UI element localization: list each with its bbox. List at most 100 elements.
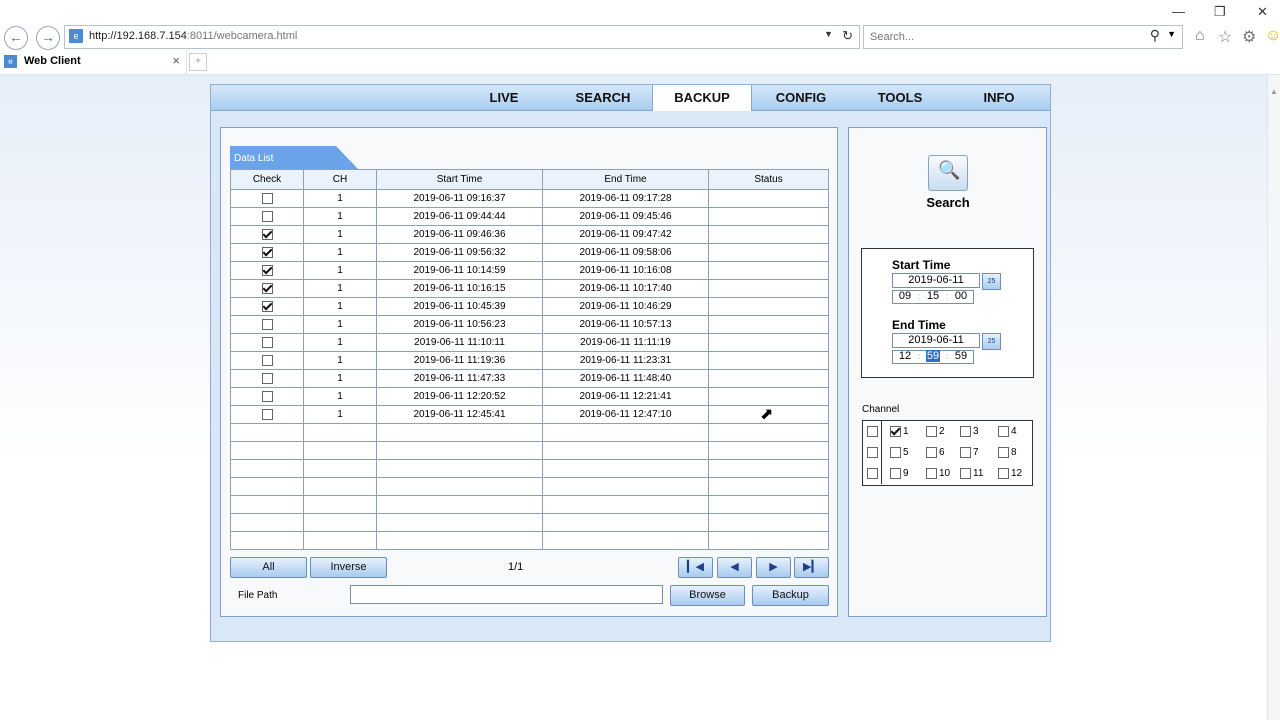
restore-icon[interactable]: ❐ [1214,4,1226,20]
minimize-icon[interactable]: — [1172,4,1185,19]
channel-1[interactable]: 1 [890,426,909,437]
menu-live[interactable]: LIVE [455,85,553,110]
start-time-field[interactable]: 09 : 15 : 00 [892,290,974,304]
channel-2[interactable]: 2 [926,426,945,437]
browser-search-box[interactable]: ⚲ ▼ [863,25,1183,49]
row-check-cell[interactable] [230,279,304,298]
table-row[interactable]: 1 2019-06-11 09:46:36 2019-06-11 09:47:42 [230,225,829,244]
page-scrollbar[interactable]: ▲ [1267,75,1280,720]
end-time-field[interactable]: 12 : 59 : 59 [892,350,974,364]
channel-checkbox[interactable] [998,426,1009,437]
channel-checkbox[interactable] [960,426,971,437]
close-window-icon[interactable]: ✕ [1257,4,1268,20]
table-row[interactable]: 1 2019-06-11 11:47:33 2019-06-11 11:48:40 [230,369,829,388]
next-page-icon[interactable]: ▶ [756,557,791,578]
table-row[interactable]: 1 2019-06-11 11:10:11 2019-06-11 11:11:19 [230,333,829,352]
table-row[interactable]: 1 2019-06-11 10:16:15 2019-06-11 10:17:40 [230,279,829,298]
refresh-icon[interactable]: ↻ [842,28,853,44]
channel-checkbox[interactable] [960,468,971,479]
table-row[interactable]: 1 2019-06-11 11:19:36 2019-06-11 11:23:31 [230,351,829,370]
search-dropdown-icon[interactable]: ▼ [1167,29,1176,39]
row-checkbox[interactable] [261,354,273,366]
row-check-cell[interactable] [230,225,304,244]
row-checkbox[interactable] [261,408,273,420]
table-row[interactable]: 1 2019-06-11 10:56:23 2019-06-11 10:57:13 [230,315,829,334]
first-page-icon[interactable]: ▎◀ [678,557,713,578]
channel-12[interactable]: 12 [998,468,1022,479]
smiley-feedback-icon[interactable]: ☺ [1265,27,1280,45]
row-checkbox[interactable] [261,372,273,384]
menu-backup[interactable]: BACKUP [652,85,752,111]
row-check-cell[interactable] [230,333,304,352]
menu-tools[interactable]: TOOLS [851,85,949,110]
channel-row-select-all[interactable] [863,463,882,484]
end-date-field[interactable]: 2019-06-11 [892,333,980,348]
browse-button[interactable]: Browse [670,585,745,606]
settings-gear-icon[interactable]: ⚙ [1242,27,1256,47]
row-checkbox[interactable] [261,300,273,312]
favorites-star-icon[interactable]: ☆ [1218,27,1232,47]
row-check-cell[interactable] [230,405,304,424]
home-icon[interactable]: ⌂ [1195,27,1205,45]
channel-11[interactable]: 11 [960,468,983,479]
start-hour[interactable]: 09 [895,290,915,302]
channel-checkbox[interactable] [890,468,901,479]
browser-tab[interactable]: e Web Client × [0,50,187,74]
start-date-field[interactable]: 2019-06-11 [892,273,980,288]
address-dropdown-icon[interactable]: ▼ [824,29,833,39]
row-checkbox[interactable] [261,390,273,402]
start-second[interactable]: 00 [951,290,971,302]
address-bar[interactable]: e http://192.168.7.154:8011/webcamera.ht… [64,25,860,49]
channel-6[interactable]: 6 [926,447,945,458]
channel-checkbox[interactable] [926,426,937,437]
inverse-selection-button[interactable]: Inverse [310,557,387,578]
row-check-cell[interactable] [230,243,304,262]
row-checkbox[interactable] [261,228,273,240]
row-check-cell[interactable] [230,189,304,208]
end-calendar-icon[interactable]: 25 [982,333,1001,350]
channel-5[interactable]: 5 [890,447,909,458]
row-check-cell[interactable] [230,387,304,406]
channel-checkbox[interactable] [926,468,937,479]
channel-3[interactable]: 3 [960,426,979,437]
tab-close-icon[interactable]: × [172,53,180,68]
last-page-icon[interactable]: ▶▎ [794,557,829,578]
backup-button[interactable]: Backup [752,585,829,606]
search-icon[interactable]: ⚲ [1150,27,1160,44]
channel-row-select-all[interactable] [863,421,882,442]
row-checkbox[interactable] [261,192,273,204]
table-row[interactable]: 1 2019-06-11 09:56:32 2019-06-11 09:58:06 [230,243,829,262]
forward-icon[interactable]: → [36,26,60,50]
channel-4[interactable]: 4 [998,426,1017,437]
channel-checkbox[interactable] [998,468,1009,479]
row-all-checkbox[interactable] [867,468,878,479]
table-row[interactable]: 1 2019-06-11 10:45:39 2019-06-11 10:46:29 [230,297,829,316]
scroll-up-icon[interactable]: ▲ [1270,87,1278,96]
back-icon[interactable]: ← [4,26,28,50]
url-text[interactable]: http://192.168.7.154:8011/webcamera.html [89,30,297,42]
row-check-cell[interactable] [230,261,304,280]
row-checkbox[interactable] [261,318,273,330]
row-all-checkbox[interactable] [867,426,878,437]
channel-checkbox[interactable] [890,447,901,458]
row-check-cell[interactable] [230,297,304,316]
start-minute[interactable]: 15 [923,290,943,302]
row-check-cell[interactable] [230,369,304,388]
menu-info[interactable]: INFO [950,85,1048,110]
row-check-cell[interactable] [230,351,304,370]
select-all-button[interactable]: All [230,557,307,578]
channel-7[interactable]: 7 [960,447,979,458]
table-row[interactable]: 1 2019-06-11 12:45:41 2019-06-11 12:47:10 [230,405,829,424]
table-row[interactable]: 1 2019-06-11 09:44:44 2019-06-11 09:45:46 [230,207,829,226]
search-title[interactable]: Search [909,195,987,210]
table-row[interactable]: 1 2019-06-11 12:20:52 2019-06-11 12:21:41 [230,387,829,406]
file-path-input[interactable] [350,585,663,604]
end-second[interactable]: 59 [951,350,971,362]
table-row[interactable]: 1 2019-06-11 10:14:59 2019-06-11 10:16:08 [230,261,829,280]
row-check-cell[interactable] [230,207,304,226]
end-hour[interactable]: 12 [895,350,915,362]
channel-checkbox[interactable] [890,426,901,437]
table-row[interactable]: 1 2019-06-11 09:16:37 2019-06-11 09:17:28 [230,189,829,208]
search-icon[interactable]: 🔍 [928,155,968,191]
channel-row-select-all[interactable] [863,442,882,463]
